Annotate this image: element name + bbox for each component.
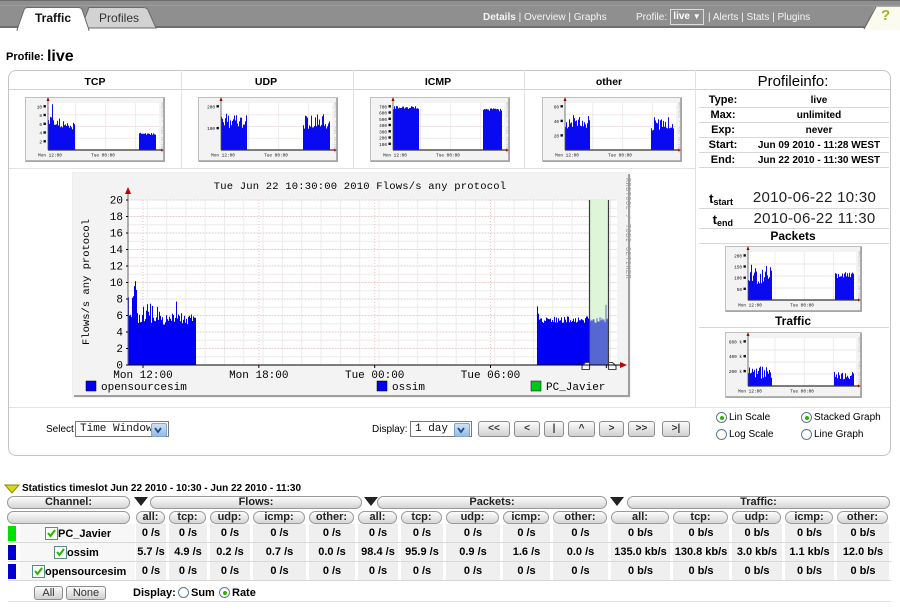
- svg-text:Tue 00:00: Tue 00:00: [436, 154, 460, 159]
- svg-text:18: 18: [110, 212, 123, 224]
- svg-text:Tue 00:00: Tue 00:00: [790, 304, 814, 309]
- svg-text:200: 200: [379, 137, 387, 142]
- svg-text:6: 6: [116, 311, 123, 323]
- svg-text:4: 4: [39, 132, 42, 137]
- svg-text:600: 600: [379, 112, 387, 117]
- svg-text:Mon 12:00: Mon 12:00: [738, 304, 762, 309]
- svg-text:Tue 00:00: Tue 00:00: [264, 154, 288, 159]
- svg-text:RRDTOOL / TOBI OETIKER: RRDTOOL / TOBI OETIKER: [858, 251, 862, 302]
- svg-text:4: 4: [116, 328, 123, 340]
- svg-text:300: 300: [379, 130, 387, 135]
- svg-text:PC_Javier: PC_Javier: [546, 382, 605, 394]
- svg-text:200: 200: [734, 254, 742, 259]
- svg-text:RRDTOOL / TOBI OETIKER: RRDTOOL / TOBI OETIKER: [334, 102, 338, 153]
- svg-text:10: 10: [37, 105, 43, 110]
- svg-text:400 k: 400 k: [729, 355, 743, 360]
- svg-text:Mon 12:00: Mon 12:00: [211, 154, 235, 159]
- svg-text:2: 2: [116, 344, 123, 356]
- svg-text:50: 50: [737, 288, 743, 293]
- svg-text:100: 100: [379, 143, 387, 148]
- svg-text:2: 2: [39, 140, 42, 145]
- svg-text:ossim: ossim: [392, 382, 425, 394]
- svg-text:Tue 00:00: Tue 00:00: [608, 154, 632, 159]
- svg-text:8: 8: [39, 114, 42, 119]
- svg-text:opensourcesim: opensourcesim: [101, 382, 187, 394]
- svg-text:60: 60: [554, 105, 560, 110]
- svg-text:Tue 06:00: Tue 06:00: [461, 370, 520, 382]
- svg-text:10: 10: [110, 278, 123, 290]
- svg-text:RRDTOOL / TOBI OETIKER: RRDTOOL / TOBI OETIKER: [161, 102, 165, 153]
- svg-text:Mon 12:00: Mon 12:00: [38, 154, 62, 159]
- svg-text:RRDTOOL / TOBI OETIKER: RRDTOOL / TOBI OETIKER: [678, 102, 682, 153]
- svg-text:600 k: 600 k: [729, 340, 743, 345]
- svg-text:Tue 00:00: Tue 00:00: [345, 370, 404, 382]
- svg-text:500: 500: [379, 118, 387, 123]
- svg-text:Flows/s any protocol: Flows/s any protocol: [81, 219, 93, 345]
- svg-text:100: 100: [734, 277, 742, 282]
- svg-text:Tue Jun 22 10:30:00 2010 Flows: Tue Jun 22 10:30:00 2010 Flows/s any pro…: [214, 181, 507, 193]
- svg-text:Mon 12:00: Mon 12:00: [555, 154, 579, 159]
- svg-text:RRDTOOL / TOBI OETIKER: RRDTOOL / TOBI OETIKER: [623, 178, 631, 280]
- svg-text:200 k: 200 k: [729, 370, 743, 375]
- svg-text:Mon 12:00: Mon 12:00: [113, 370, 172, 382]
- svg-text:RRDTOOL / TOBI OETIKER: RRDTOOL / TOBI OETIKER: [506, 102, 510, 153]
- svg-text:14: 14: [110, 245, 124, 257]
- svg-text:20: 20: [110, 196, 123, 208]
- svg-text:16: 16: [110, 229, 123, 241]
- svg-text:20: 20: [554, 134, 560, 139]
- svg-text:Tue 00:00: Tue 00:00: [790, 390, 814, 395]
- svg-text:700: 700: [379, 105, 387, 110]
- svg-text:RRDTOOL / TOBI OETIKER: RRDTOOL / TOBI OETIKER: [858, 337, 862, 388]
- svg-text:200: 200: [207, 105, 215, 110]
- svg-text:150: 150: [734, 266, 742, 271]
- svg-text:Mon 12:00: Mon 12:00: [738, 390, 762, 395]
- svg-text:6: 6: [39, 123, 42, 128]
- svg-text:Tue 00:00: Tue 00:00: [91, 154, 115, 159]
- svg-text:8: 8: [116, 295, 123, 307]
- svg-text:100: 100: [207, 127, 215, 132]
- svg-text:Mon 18:00: Mon 18:00: [229, 370, 288, 382]
- svg-text:Mon 12:00: Mon 12:00: [383, 154, 407, 159]
- svg-text:12: 12: [110, 262, 123, 274]
- svg-text:40: 40: [554, 120, 560, 125]
- svg-text:400: 400: [379, 124, 387, 129]
